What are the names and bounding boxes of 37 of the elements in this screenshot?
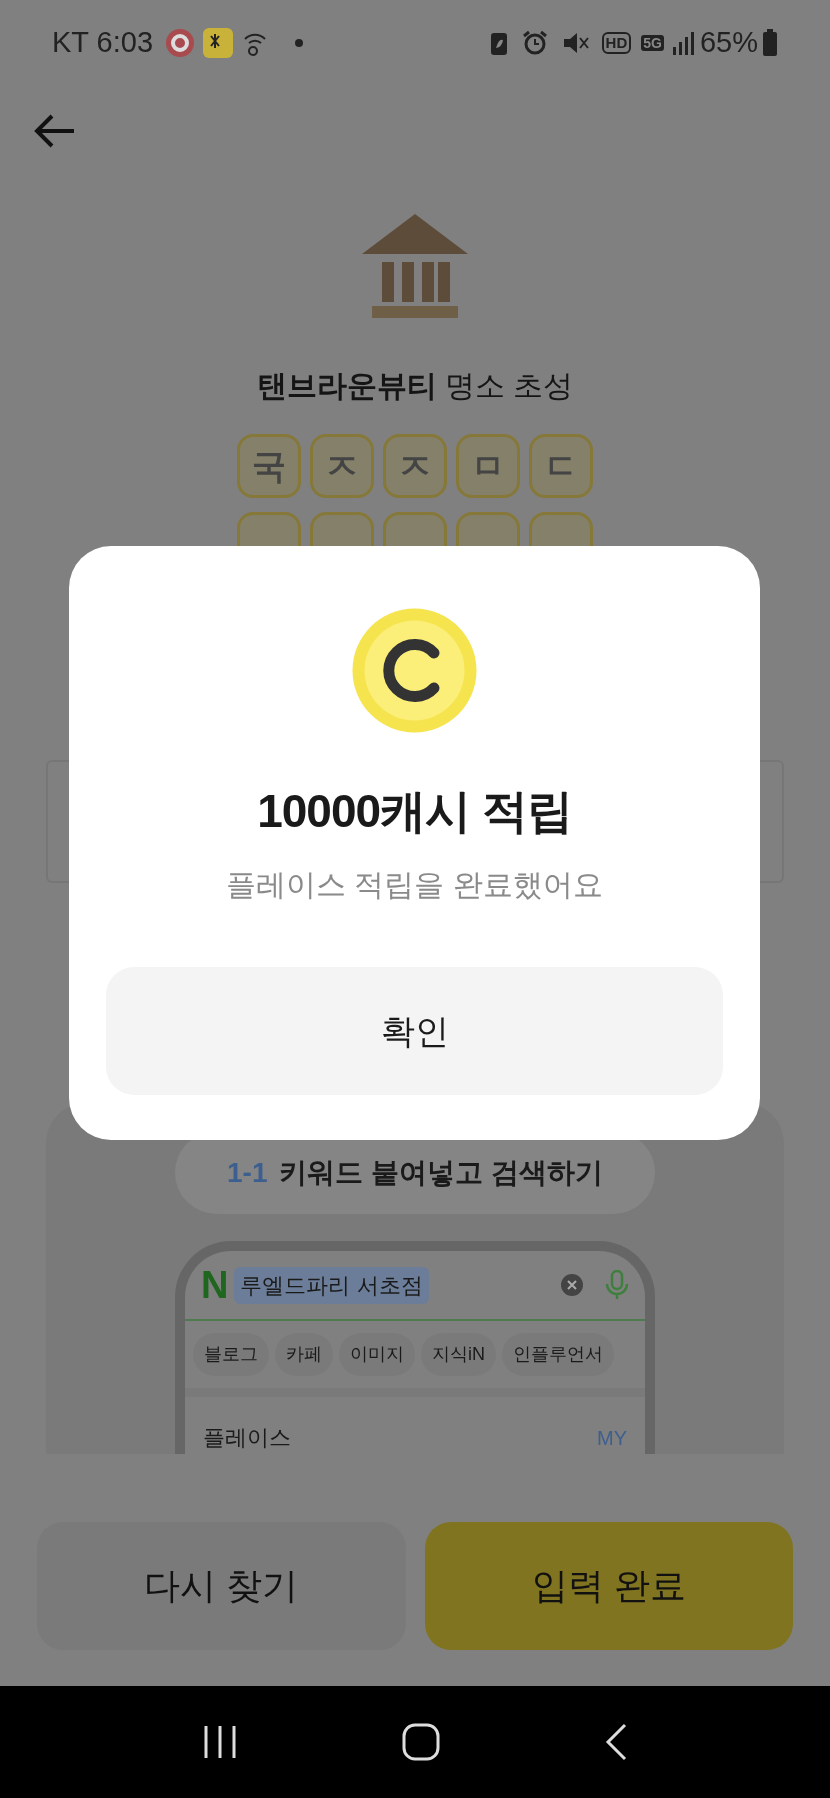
filter-chip[interactable]: 이미지: [339, 1333, 415, 1376]
place-title: 탠브라운뷰티 명소 초성: [256, 368, 574, 404]
dialog-title: 10000캐시 적립: [257, 784, 572, 839]
confirm-button[interactable]: 확인: [106, 967, 723, 1095]
letter-tile: 국: [237, 434, 301, 498]
coin-icon: [352, 608, 477, 733]
alarm-icon: [521, 30, 548, 56]
network-badge: 5G: [641, 35, 664, 51]
filter-chip[interactable]: 지식iN: [421, 1333, 496, 1376]
status-time: KT 6:03: [52, 25, 154, 61]
app-icon: [203, 28, 234, 58]
back-icon[interactable]: [604, 1723, 628, 1761]
back-arrow-icon[interactable]: [34, 113, 76, 149]
battery-percent: 65%: [699, 25, 758, 61]
hd-badge: HD: [601, 32, 632, 54]
clear-icon[interactable]: [561, 1274, 583, 1296]
letter-tile: ㄷ: [529, 434, 593, 498]
section-label: 플레이스: [203, 1424, 291, 1452]
battery-icon: [762, 29, 778, 57]
naver-logo: N: [201, 1262, 229, 1308]
filter-chip[interactable]: 카페: [275, 1333, 333, 1376]
dialog-message: 플레이스 적립을 완료했어요: [226, 867, 603, 903]
battery-saver-icon: [489, 30, 508, 56]
retry-button[interactable]: 다시 찾기: [37, 1522, 406, 1650]
letter-tile: ㅈ: [310, 434, 374, 498]
complete-button[interactable]: 입력 완료: [424, 1522, 793, 1650]
search-query: 루엘드파리 서초점: [234, 1266, 429, 1304]
letter-tile: ㅁ: [456, 434, 520, 498]
signal-icon: [671, 31, 694, 55]
filter-chip[interactable]: 인플루언서: [502, 1333, 614, 1376]
temple-icon: [360, 214, 470, 319]
letter-tile: ㅈ: [383, 434, 447, 498]
home-icon[interactable]: [402, 1723, 440, 1761]
filter-chip[interactable]: 블로그: [193, 1333, 269, 1376]
app-icon: [165, 28, 196, 58]
recent-apps-icon[interactable]: [202, 1724, 238, 1760]
mute-icon: [561, 30, 590, 56]
